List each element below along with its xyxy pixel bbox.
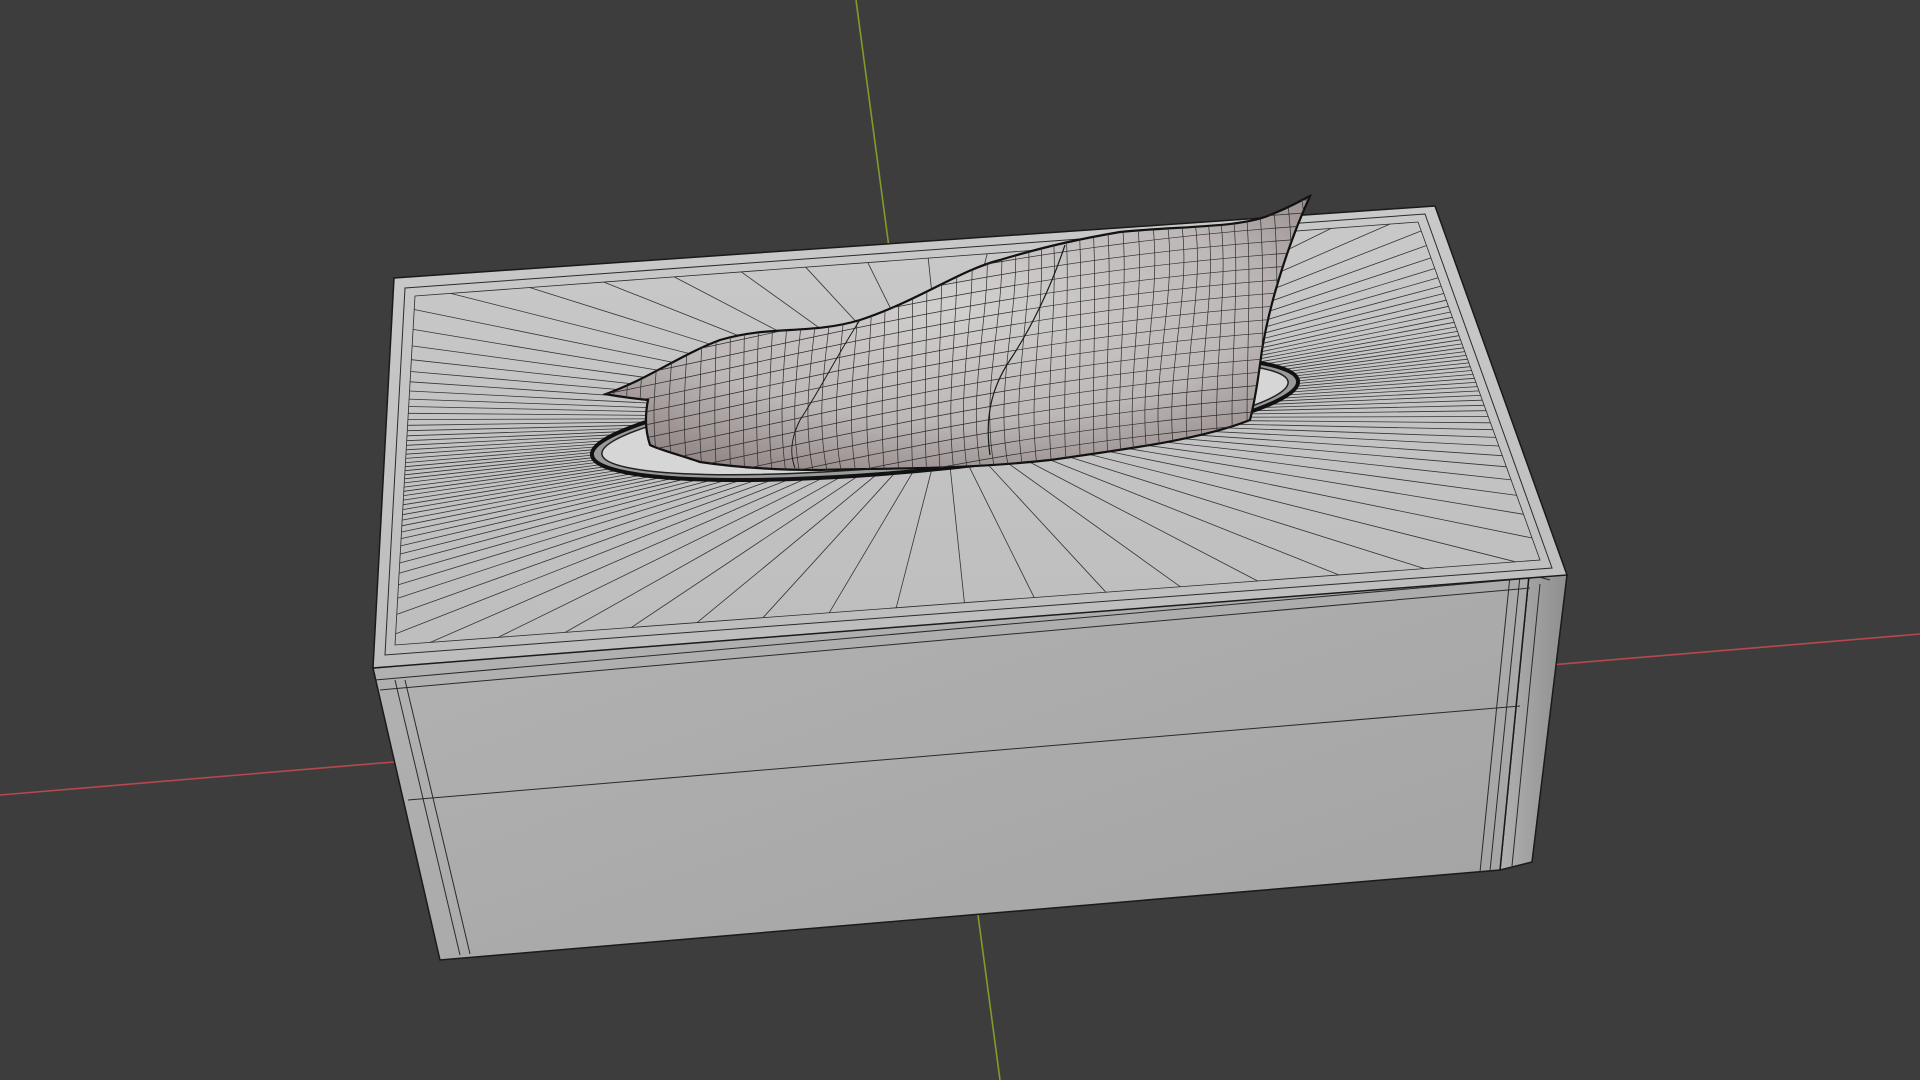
tissue-box-object[interactable] — [372, 160, 1569, 961]
3d-viewport[interactable] — [0, 0, 1920, 1080]
